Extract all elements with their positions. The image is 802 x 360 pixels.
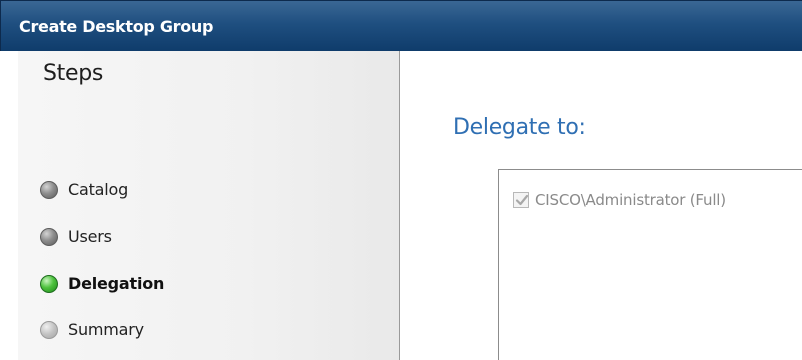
checkmark-icon bbox=[515, 194, 529, 206]
step-users[interactable]: Users bbox=[40, 225, 112, 249]
grey-circle-icon bbox=[40, 228, 58, 246]
step-delegation[interactable]: Delegation bbox=[40, 272, 164, 296]
steps-sidebar bbox=[18, 51, 400, 360]
step-catalog[interactable]: Catalog bbox=[40, 178, 128, 202]
step-label-current: Delegation bbox=[68, 274, 165, 293]
grey-circle-icon bbox=[40, 181, 58, 199]
green-circle-icon bbox=[40, 275, 58, 293]
window-title: Create Desktop Group bbox=[19, 17, 214, 36]
light-grey-circle-icon bbox=[40, 321, 58, 339]
step-label: Summary bbox=[68, 320, 144, 339]
step-label: Catalog bbox=[68, 180, 129, 199]
title-bar: Create Desktop Group bbox=[0, 0, 802, 51]
create-desktop-group-window: Create Desktop Group Steps Catalog Users… bbox=[0, 0, 802, 360]
delegate-label: CISCO\Administrator (Full) bbox=[535, 191, 726, 209]
window-edge bbox=[0, 51, 18, 360]
delegate-item: CISCO\Administrator (Full) bbox=[513, 190, 726, 210]
step-summary[interactable]: Summary bbox=[40, 318, 144, 342]
delegate-heading: Delegate to: bbox=[453, 115, 586, 140]
step-label: Users bbox=[68, 227, 112, 246]
steps-heading: Steps bbox=[43, 61, 104, 86]
delegate-list[interactable]: CISCO\Administrator (Full) bbox=[498, 169, 802, 360]
checkbox-disabled-checked bbox=[513, 192, 529, 208]
main-panel: Delegate to: CISCO\Administrator (Full) bbox=[400, 51, 802, 360]
